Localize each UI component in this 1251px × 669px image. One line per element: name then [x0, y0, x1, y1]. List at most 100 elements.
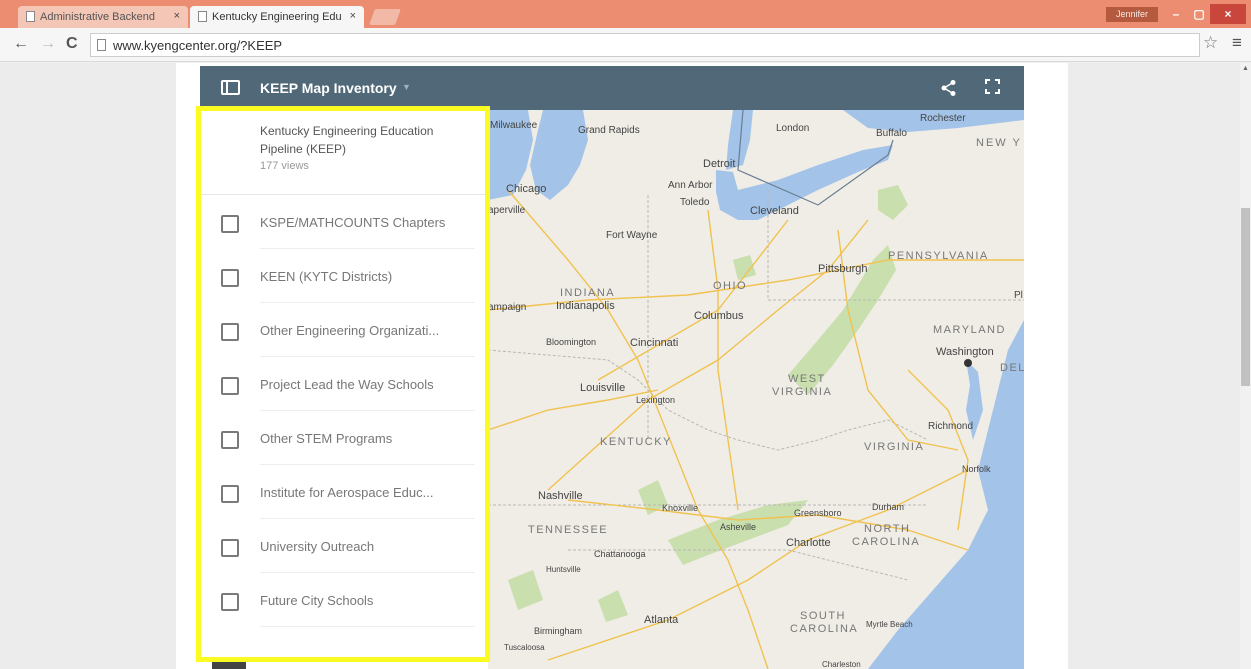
- layer-item[interactable]: Other Engineering Organizati...: [200, 303, 488, 357]
- map-label: Columbus: [694, 310, 744, 322]
- map-control-button[interactable]: [212, 662, 246, 669]
- layer-item[interactable]: Future City Schools: [200, 573, 488, 627]
- map-label: Atlanta: [644, 614, 679, 626]
- divider: [260, 626, 475, 627]
- layer-item[interactable]: Institute for Aerospace Educ...: [200, 465, 488, 519]
- map-label: Louisville: [580, 382, 626, 394]
- map-label: Milwaukee: [490, 120, 538, 131]
- map-label: Lexington: [636, 395, 676, 405]
- map-label: DEL: [1000, 362, 1024, 374]
- layer-checkbox[interactable]: [221, 377, 239, 395]
- layer-item[interactable]: KEEN (KYTC Districts): [200, 249, 488, 303]
- map-title: KEEP Map Inventory: [260, 80, 397, 96]
- browser-menu-icon[interactable]: ≡: [1232, 33, 1242, 53]
- url-text[interactable]: www.kyengcenter.org/?KEEP: [113, 38, 282, 53]
- layer-label[interactable]: KSPE/MATHCOUNTS Chapters: [260, 215, 445, 230]
- layer-label[interactable]: Other STEM Programs: [260, 431, 392, 446]
- map-label: Chicago: [506, 183, 547, 195]
- map-label: MARYLAND: [933, 324, 1006, 336]
- map-label: Birmingham: [534, 626, 583, 636]
- map-label: NORTH: [864, 523, 911, 535]
- tab-administrative-backend[interactable]: Administrative Backend ×: [18, 6, 188, 28]
- map-label: CAROLINA: [790, 623, 859, 635]
- map-label: CAROLINA: [852, 536, 921, 548]
- map-label: Washington: [936, 346, 994, 358]
- map-label: VIRGINIA: [772, 386, 833, 398]
- browser-titlebar: Administrative Backend × Kentucky Engine…: [0, 0, 1251, 28]
- page-icon: [198, 11, 207, 22]
- map-label: Durham: [872, 502, 905, 512]
- scroll-up-arrow-icon[interactable]: ▲: [1242, 65, 1249, 72]
- map-canvas[interactable]: Milwaukee Grand Rapids London Buffalo Ro…: [488, 110, 1024, 669]
- map-label: ampaign: [488, 302, 527, 313]
- map-label: Norfolk: [962, 464, 991, 474]
- map-label: Charleston: [822, 660, 861, 669]
- layer-label[interactable]: KEEN (KYTC Districts): [260, 269, 392, 284]
- layer-label[interactable]: Project Lead the Way Schools: [260, 377, 434, 392]
- layer-label[interactable]: Future City Schools: [260, 593, 373, 608]
- share-icon[interactable]: [940, 79, 958, 97]
- map-label: Detroit: [703, 158, 736, 170]
- browser-toolbar: ← → C www.kyengcenter.org/?KEEP ☆ ≡: [0, 28, 1251, 62]
- map-label: Fort Wayne: [606, 230, 658, 241]
- map-label: Bloomington: [546, 337, 597, 347]
- layer-label[interactable]: Other Engineering Organizati...: [260, 323, 439, 338]
- close-tab-icon[interactable]: ×: [174, 10, 180, 22]
- map-label: Rochester: [920, 113, 966, 124]
- map-label: Toledo: [680, 197, 710, 208]
- map-label: Grand Rapids: [578, 125, 640, 136]
- map-label: NEW Y: [976, 137, 1022, 149]
- map-label: Indianapolis: [556, 300, 615, 312]
- layer-checkbox[interactable]: [221, 485, 239, 503]
- tab-title: Administrative Backend: [40, 11, 155, 23]
- layer-label[interactable]: Institute for Aerospace Educ...: [260, 485, 433, 500]
- map-label: SOUTH: [800, 610, 846, 622]
- back-arrow-icon[interactable]: ←: [13, 35, 29, 53]
- map-label: Cincinnati: [630, 337, 679, 349]
- layer-item[interactable]: KSPE/MATHCOUNTS Chapters: [200, 195, 488, 249]
- tab-title: Kentucky Engineering Edu: [212, 11, 342, 23]
- map-label: Myrtle Beach: [866, 620, 913, 629]
- page-icon: [26, 11, 35, 22]
- layer-checkbox[interactable]: [221, 215, 239, 233]
- scrollbar-thumb[interactable]: [1241, 208, 1250, 386]
- dropdown-caret-icon[interactable]: ▼: [402, 82, 411, 92]
- map-label: Richmond: [928, 421, 974, 432]
- layer-item[interactable]: University Outreach: [200, 519, 488, 573]
- map-label: Ann Arbor: [668, 180, 713, 191]
- map-label: Tuscaloosa: [504, 643, 545, 652]
- layer-checkbox[interactable]: [221, 539, 239, 557]
- fullscreen-icon[interactable]: [985, 79, 1000, 94]
- legend-toggle-icon[interactable]: [221, 80, 240, 95]
- map-label: Cleveland: [750, 205, 799, 217]
- tab-kentucky-engineering[interactable]: Kentucky Engineering Edu ×: [190, 6, 364, 28]
- layer-label[interactable]: University Outreach: [260, 539, 374, 554]
- vertical-scrollbar[interactable]: ▲: [1240, 63, 1251, 669]
- layers-sidebar: Kentucky Engineering Education Pipeline …: [200, 110, 488, 669]
- address-bar[interactable]: www.kyengcenter.org/?KEEP: [90, 33, 1200, 57]
- map-label: Greensboro: [794, 508, 842, 518]
- close-window-button[interactable]: ×: [1210, 4, 1246, 24]
- map-label: Nashville: [538, 490, 583, 502]
- layer-checkbox[interactable]: [221, 431, 239, 449]
- map-description-title: Kentucky Engineering Education Pipeline …: [260, 124, 434, 156]
- new-tab-button[interactable]: [369, 9, 401, 25]
- layer-checkbox[interactable]: [221, 593, 239, 611]
- map-label: VIRGINIA: [864, 441, 925, 453]
- map-label: Knoxville: [662, 503, 699, 513]
- reload-icon[interactable]: C: [66, 35, 78, 53]
- layer-checkbox[interactable]: [221, 269, 239, 287]
- bookmark-star-icon[interactable]: ☆: [1203, 33, 1218, 53]
- map-label: Charlotte: [786, 537, 831, 549]
- layer-item[interactable]: Project Lead the Way Schools: [200, 357, 488, 411]
- map-label: London: [776, 123, 810, 134]
- layer-checkbox[interactable]: [221, 323, 239, 341]
- layer-item[interactable]: Other STEM Programs: [200, 411, 488, 465]
- map-header: KEEP Map Inventory ▼: [200, 66, 1024, 110]
- forward-arrow-icon[interactable]: →: [40, 35, 56, 53]
- user-profile-badge[interactable]: Jennifer: [1106, 7, 1158, 22]
- map-label: Asheville: [720, 522, 757, 532]
- maximize-button[interactable]: ▢: [1186, 4, 1212, 24]
- close-tab-icon[interactable]: ×: [350, 10, 356, 22]
- map-label: KENTUCKY: [600, 436, 672, 448]
